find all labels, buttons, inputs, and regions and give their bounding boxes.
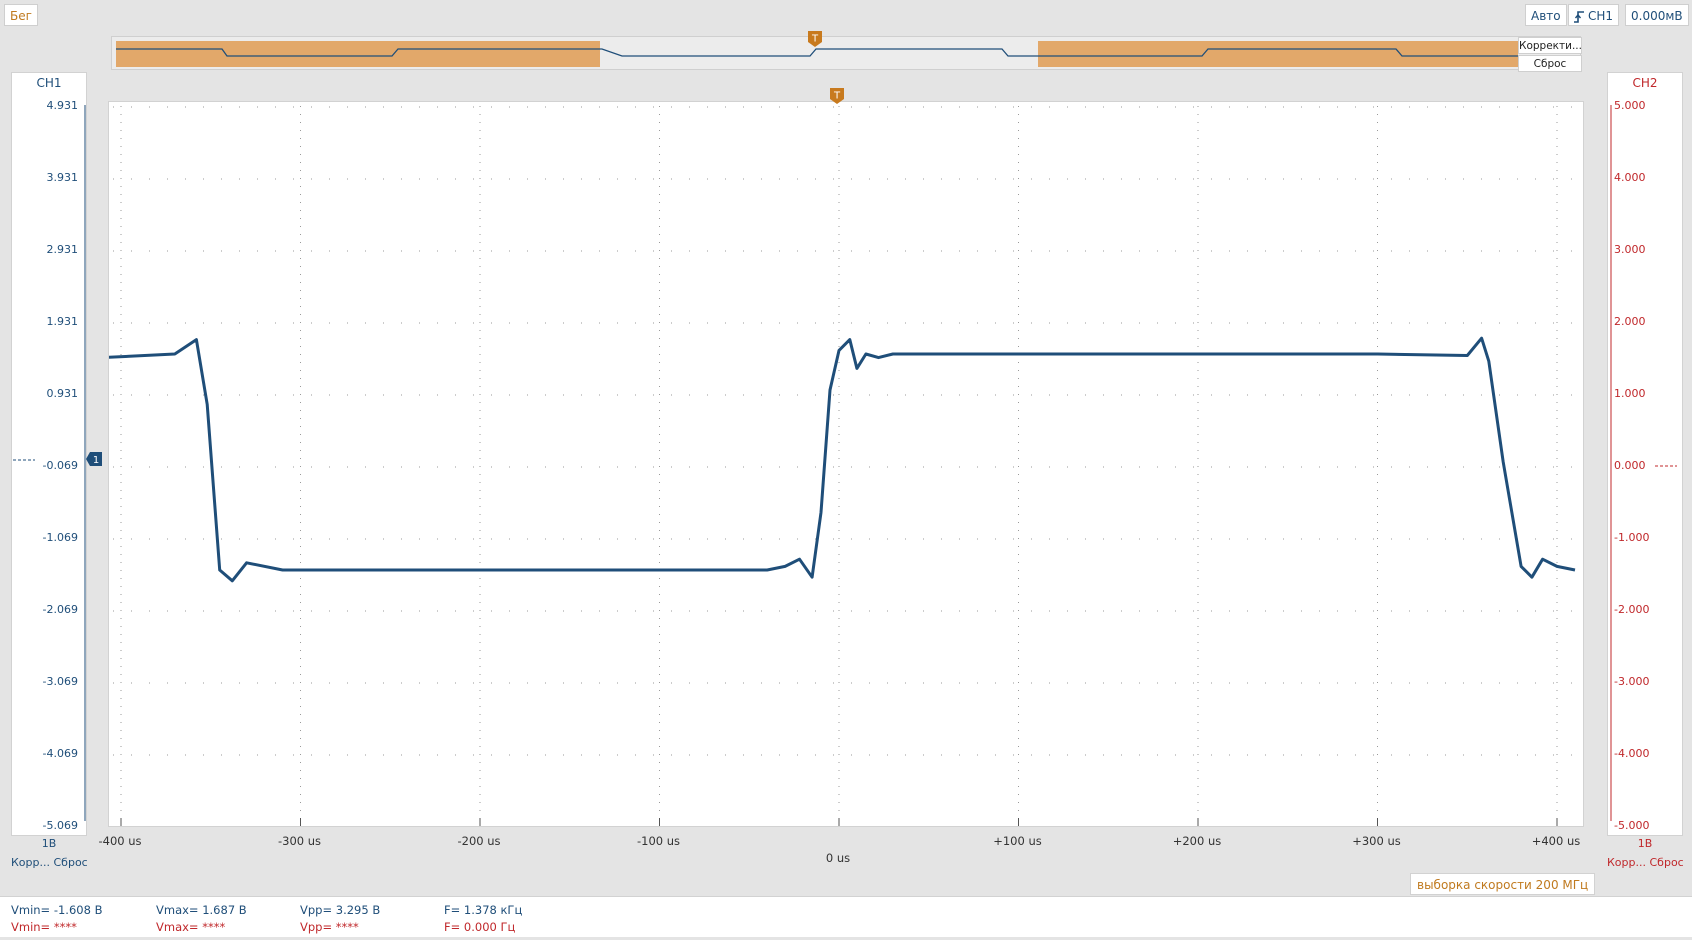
plot-trigger-marker[interactable]: T	[829, 87, 845, 105]
ch1-tick-label: 0.931	[46, 387, 79, 400]
ch1-vmin: Vmin= -1.608 В	[11, 903, 103, 917]
ch2-ground-dash-icon	[1655, 465, 1677, 467]
x-tick-label: +300 us	[1352, 834, 1401, 848]
plot-trigger-letter: T	[833, 91, 841, 102]
x-tick-label: +200 us	[1172, 834, 1222, 848]
ch2-tick-label: -5.000	[1614, 819, 1650, 832]
ch2-tick-label: 3.000	[1614, 243, 1646, 256]
ch1-ground-dash-icon	[13, 459, 35, 461]
trigger-source-button[interactable]: CH1	[1568, 4, 1620, 26]
x-tick-label: -400 us	[98, 834, 142, 848]
measurement-bar: Vmin= -1.608 В Vmax= 1.687 В Vpp= 3.295 …	[0, 896, 1692, 937]
x-tick-label: -300 us	[277, 834, 322, 848]
ch1-waveform-trace	[109, 336, 1576, 583]
waveform-plot[interactable]	[108, 101, 1584, 827]
ch1-tick-label: 4.931	[46, 99, 79, 112]
ch1-tick-label: -2.069	[42, 603, 78, 616]
plot-svg	[109, 106, 1579, 826]
ch1-tick-label: -1.069	[42, 531, 78, 544]
overview-svg	[116, 41, 1518, 67]
x-tick-label: -100 us	[636, 834, 681, 848]
overview-window-right	[1038, 41, 1518, 67]
ch1-tick-label: 3.931	[46, 171, 79, 184]
ch1-frequency: F= 1.378 кГц	[444, 903, 523, 917]
ch2-tick-label: -4.000	[1614, 747, 1650, 760]
ch2-scale[interactable]: 1В	[1607, 837, 1683, 850]
ch2-vmin: Vmin= ****	[11, 920, 77, 934]
sample-rate-label: выборка скорости 200 МГц	[1410, 873, 1596, 895]
overview-window-left	[116, 41, 600, 67]
trigger-level-button[interactable]: 0.000мВ	[1625, 4, 1689, 26]
ch2-tick-label: -2.000	[1614, 603, 1650, 616]
ch2-frequency: F= 0.000 Гц	[444, 920, 516, 934]
x-tick-label: +400 us	[1531, 834, 1581, 848]
ch2-footer-links[interactable]: Корр... Сброс	[1607, 856, 1684, 869]
overview-trigger-letter: T	[811, 34, 819, 45]
ch2-axis-line	[1610, 105, 1612, 821]
x-tick-label: +100 us	[993, 834, 1042, 848]
rising-edge-icon	[1574, 10, 1584, 23]
ch1-tick-label: -3.069	[42, 675, 78, 688]
ch1-axis-line	[84, 105, 86, 821]
ch2-tick-label: -1.000	[1614, 531, 1650, 544]
overview-correct-button[interactable]: Корректи...	[1518, 37, 1582, 54]
ch2-tick-label: 2.000	[1614, 315, 1646, 328]
ch2-tick-label: -3.000	[1614, 675, 1650, 688]
ch2-tick-label: 0.000	[1614, 459, 1646, 472]
ch1-vmax: Vmax= 1.687 В	[156, 903, 247, 917]
ch1-axis-panel: CH1	[11, 72, 87, 836]
ch1-level-marker-label: 1	[93, 455, 99, 466]
x-tick-label: 0 us	[825, 851, 851, 865]
ch2-tick-label: 4.000	[1614, 171, 1646, 184]
ch1-level-marker-icon[interactable]: 1	[85, 451, 103, 467]
trigger-mode-button[interactable]: Авто	[1525, 4, 1567, 26]
ch2-tick-label: 1.000	[1614, 387, 1646, 400]
overview-reset-button[interactable]: Сброс	[1518, 55, 1582, 72]
ch1-tick-label: 2.931	[46, 243, 79, 256]
ch1-tick-label: 1.931	[46, 315, 79, 328]
waveform-overview[interactable]	[111, 36, 1581, 70]
ch1-footer-links[interactable]: Корр... Сброс	[11, 856, 88, 869]
trigger-source-label: CH1	[1588, 9, 1614, 23]
x-tick-label: -200 us	[457, 834, 501, 848]
ch1-scale[interactable]: 1В	[11, 837, 87, 850]
overview-trigger-marker[interactable]: T	[807, 30, 823, 48]
ch1-tick-label: -4.069	[42, 747, 78, 760]
ch2-axis-panel: CH2	[1607, 72, 1683, 836]
ch2-tick-label: 5.000	[1614, 99, 1646, 112]
ch1-vpp: Vpp= 3.295 В	[300, 903, 381, 917]
ch2-vmax: Vmax= ****	[156, 920, 226, 934]
run-button[interactable]: Бег	[4, 4, 38, 26]
ch1-tick-label: -5.069	[42, 819, 78, 832]
ch2-vpp: Vpp= ****	[300, 920, 359, 934]
